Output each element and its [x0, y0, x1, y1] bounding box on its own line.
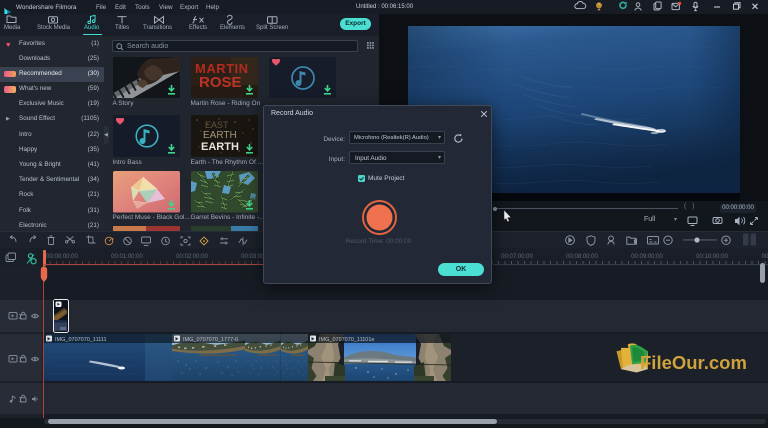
svg-text:00:09:00:00: 00:09:00:00 [631, 254, 663, 260]
svg-text:00: 00 [762, 254, 768, 260]
svg-text:FileOur.com: FileOur.com [640, 352, 747, 373]
svg-text:ROSE: ROSE [199, 74, 242, 91]
svg-text:IMG_0707070_11101e: IMG_0707070_11101e [319, 337, 374, 343]
svg-text:IMG_0707070_1777-0: IMG_0707070_1777-0 [183, 337, 238, 343]
svg-text:00:02:00:00: 00:02:00:00 [176, 254, 208, 260]
svg-text:IMG_0707070_11111: IMG_0707070_11111 [55, 337, 107, 343]
svg-text:EAST: EAST [205, 120, 229, 130]
svg-text:00:07:00:00: 00:07:00:00 [501, 254, 533, 260]
svg-text:00:01:00:00: 00:01:00:00 [111, 254, 143, 260]
svg-text:00:10:00:00: 00:10:00:00 [696, 254, 728, 260]
svg-text:EARTH: EARTH [203, 130, 237, 141]
svg-text:00:08:00:00: 00:08:00:00 [566, 254, 598, 260]
svg-text:EARTH: EARTH [201, 141, 239, 153]
